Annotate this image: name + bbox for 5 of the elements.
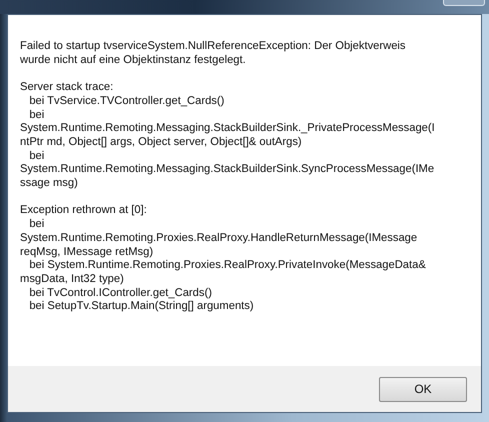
window-control-button[interactable]	[443, 0, 485, 6]
message-paragraph: Failed to startup tvserviceSystem.NullReferenceException: Der Objektverweis wurde nicht auf eine Objektinstanz festgelegt.	[20, 40, 406, 68]
message-paragraph: Exception rethrown at [0]: bei System.Runtime.Remoting.Proxies.RealProxy.HandleReturnMessage(IMessage reqMsg, IMessage retMsg) bei System.Runtime.Remoting.Proxies.RealProxy.PrivateInvoke(MessageData& msgData, Int32 type) bei TvControl.IController.get_Cards() bei SetupTv.Startup.Main(String[] arguments)	[20, 204, 427, 314]
ok-button[interactable]: OK	[379, 376, 467, 402]
message-paragraph: Server stack trace: bei TvService.TVController.get_Cards() bei System.Runtime.Remoting.Messaging.StackBuilderSink._PrivateProcessMessage(I ntPtr md, Object[] args, Object server, Object[]& outArgs) bei System.Runtime.Remoting.Messaging.StackBuilderSink.SyncProcessMessage(IMe ssage msg)	[20, 81, 436, 191]
